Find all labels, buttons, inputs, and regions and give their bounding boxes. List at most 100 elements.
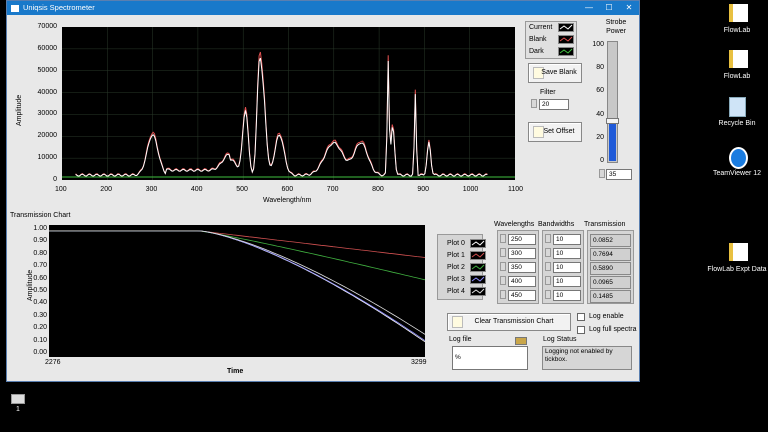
transmission-series <box>49 230 425 343</box>
transmission-y-tick: 1.00 <box>33 225 47 232</box>
title-bar[interactable]: Uniqsis Spectrometer — ☐ ✕ <box>7 1 639 15</box>
taskbar-app-icon[interactable] <box>11 394 25 404</box>
wavelength-value[interactable]: 400 <box>508 276 536 287</box>
strobe-tick: 80 <box>596 64 604 72</box>
spectrum-plot-area[interactable] <box>62 27 515 180</box>
recycle-bin-icon[interactable] <box>729 97 746 117</box>
legend-dark-swatch[interactable] <box>558 47 574 56</box>
clear-transmission-chart-button[interactable]: Clear Transmission Chart <box>447 313 571 331</box>
bandwidth-spinner[interactable] <box>545 234 551 243</box>
wavelengths-panel: 250 300 350 400 450 <box>497 230 539 304</box>
log-enable-checkbox[interactable] <box>577 313 585 321</box>
spectrum-y-tick: 30000 <box>37 110 57 118</box>
wavelength-value[interactable]: 300 <box>508 248 536 259</box>
spectrum-x-tick: 500 <box>236 186 248 193</box>
strobe-value-input[interactable]: 35 <box>606 169 632 180</box>
transmission-line <box>49 230 425 258</box>
file-icon[interactable] <box>729 50 748 68</box>
legend-blank-swatch[interactable] <box>558 35 574 44</box>
minimize-button[interactable]: — <box>579 1 599 15</box>
transmission-line <box>49 230 425 281</box>
wavelength-spinner[interactable] <box>500 248 506 257</box>
time-axis-end: 3299 <box>411 359 427 366</box>
desktop-icon-label: FlowLab <box>723 73 751 80</box>
spectrum-xlabel: Wavelength/nm <box>263 197 312 204</box>
wavelength-value[interactable]: 350 <box>508 262 536 273</box>
wavelength-spinner[interactable] <box>500 290 506 299</box>
strobe-spinner[interactable] <box>599 169 605 178</box>
wavelengths-label: Wavelengths <box>494 221 535 228</box>
save-blank-button[interactable]: Save Blank <box>528 63 582 83</box>
plot-legend-label: Plot 1 <box>447 252 465 259</box>
filter-input[interactable]: 20 <box>539 99 569 110</box>
bandwidth-spinner[interactable] <box>545 290 551 299</box>
filter-spinner[interactable] <box>531 99 537 108</box>
bandwidth-spinner[interactable] <box>545 276 551 285</box>
bandwidths-panel: 10 10 10 10 10 <box>542 230 584 304</box>
spectrum-x-tick: 1100 <box>508 186 524 193</box>
transmission-value: 0.1485 <box>590 290 631 303</box>
log-full-spectra-checkbox[interactable] <box>577 326 585 334</box>
bandwidth-spinner[interactable] <box>545 262 551 271</box>
spectrum-x-tick: 700 <box>326 186 339 193</box>
spectrum-y-tick: 10000 <box>37 154 57 162</box>
bandwidth-spinner[interactable] <box>545 248 551 257</box>
bandwidth-value[interactable]: 10 <box>553 248 581 259</box>
time-axis-start: 2276 <box>45 359 61 366</box>
close-button[interactable]: ✕ <box>619 1 639 15</box>
strobe-slider-track[interactable] <box>606 41 619 163</box>
log-file-input[interactable]: % <box>452 346 528 370</box>
spectrum-x-tick: 100 <box>55 186 67 193</box>
transmission-y-tick: 0.40 <box>33 299 47 307</box>
transmission-y-tick: 0.80 <box>33 249 47 257</box>
transmission-value: 0.0965 <box>590 276 631 289</box>
desktop-icon-label: FlowLab Expt Data <box>707 266 767 273</box>
bandwidth-value[interactable]: 10 <box>553 290 581 301</box>
strobe-slider-thumb[interactable] <box>606 117 619 124</box>
plot-legend-swatch[interactable] <box>470 239 486 248</box>
transmission-y-tick: 0.90 <box>33 237 47 245</box>
bandwidth-value[interactable]: 10 <box>553 234 581 245</box>
wavelength-value[interactable]: 450 <box>508 290 536 301</box>
transmission-label: Transmission <box>584 221 626 228</box>
bandwidth-value[interactable]: 10 <box>553 262 581 273</box>
desktop-icon-label: FlowLab <box>723 27 751 34</box>
wavelength-spinner[interactable] <box>500 234 506 243</box>
file-icon[interactable] <box>729 4 748 22</box>
spectrum-x-tick: 800 <box>372 186 384 193</box>
spectrum-graph: Amplitude 70000 60000 50000 40000 30000 20000… <box>7 16 524 206</box>
strobe-tick: 40 <box>596 110 604 118</box>
plot-legend-swatch[interactable] <box>470 263 486 272</box>
transmission-values-panel: 0.0852 0.7694 0.5890 0.0965 0.1485 <box>587 230 634 304</box>
desktop-icon-label: TeamViewer 12 <box>712 170 762 177</box>
transmission-y-tick: 0.00 <box>33 349 47 356</box>
transmission-value: 0.0852 <box>590 234 631 247</box>
app-icon <box>10 4 20 13</box>
strobe-slider-fill <box>609 119 616 161</box>
folder-browse-icon[interactable] <box>515 337 527 345</box>
teamviewer-icon[interactable] <box>729 147 748 169</box>
legend-current-swatch[interactable] <box>558 23 574 32</box>
log-enable-label: Log enable <box>589 313 624 320</box>
spectrum-y-tick: 20000 <box>37 132 57 140</box>
transmission-y-tick: 0.70 <box>33 262 47 270</box>
plot-legend-label: Plot 2 <box>447 264 465 271</box>
wavelength-value[interactable]: 250 <box>508 234 536 245</box>
maximize-button[interactable]: ☐ <box>599 1 619 15</box>
set-offset-button[interactable]: Set Offset <box>528 122 582 142</box>
bandwidth-value[interactable]: 10 <box>553 276 581 287</box>
plot-legend-swatch[interactable] <box>470 287 486 296</box>
transmission-value: 0.5890 <box>590 262 631 275</box>
spectrum-x-tick: 600 <box>281 186 294 193</box>
plot-legend-label: Plot 4 <box>447 288 465 295</box>
plot-legend-swatch[interactable] <box>470 251 486 260</box>
wavelength-spinner[interactable] <box>500 262 506 271</box>
wavelength-spinner[interactable] <box>500 276 506 285</box>
plot-legend-swatch[interactable] <box>470 275 486 284</box>
transmission-plot-area[interactable] <box>49 225 425 357</box>
transmission-y-tick: 0.60 <box>33 274 47 282</box>
spectrum-legend: Current Blank Dark <box>525 21 577 59</box>
spectrum-x-tick: 1000 <box>462 186 479 193</box>
file-icon[interactable] <box>729 243 748 261</box>
legend-blank-label: Blank <box>529 36 547 43</box>
